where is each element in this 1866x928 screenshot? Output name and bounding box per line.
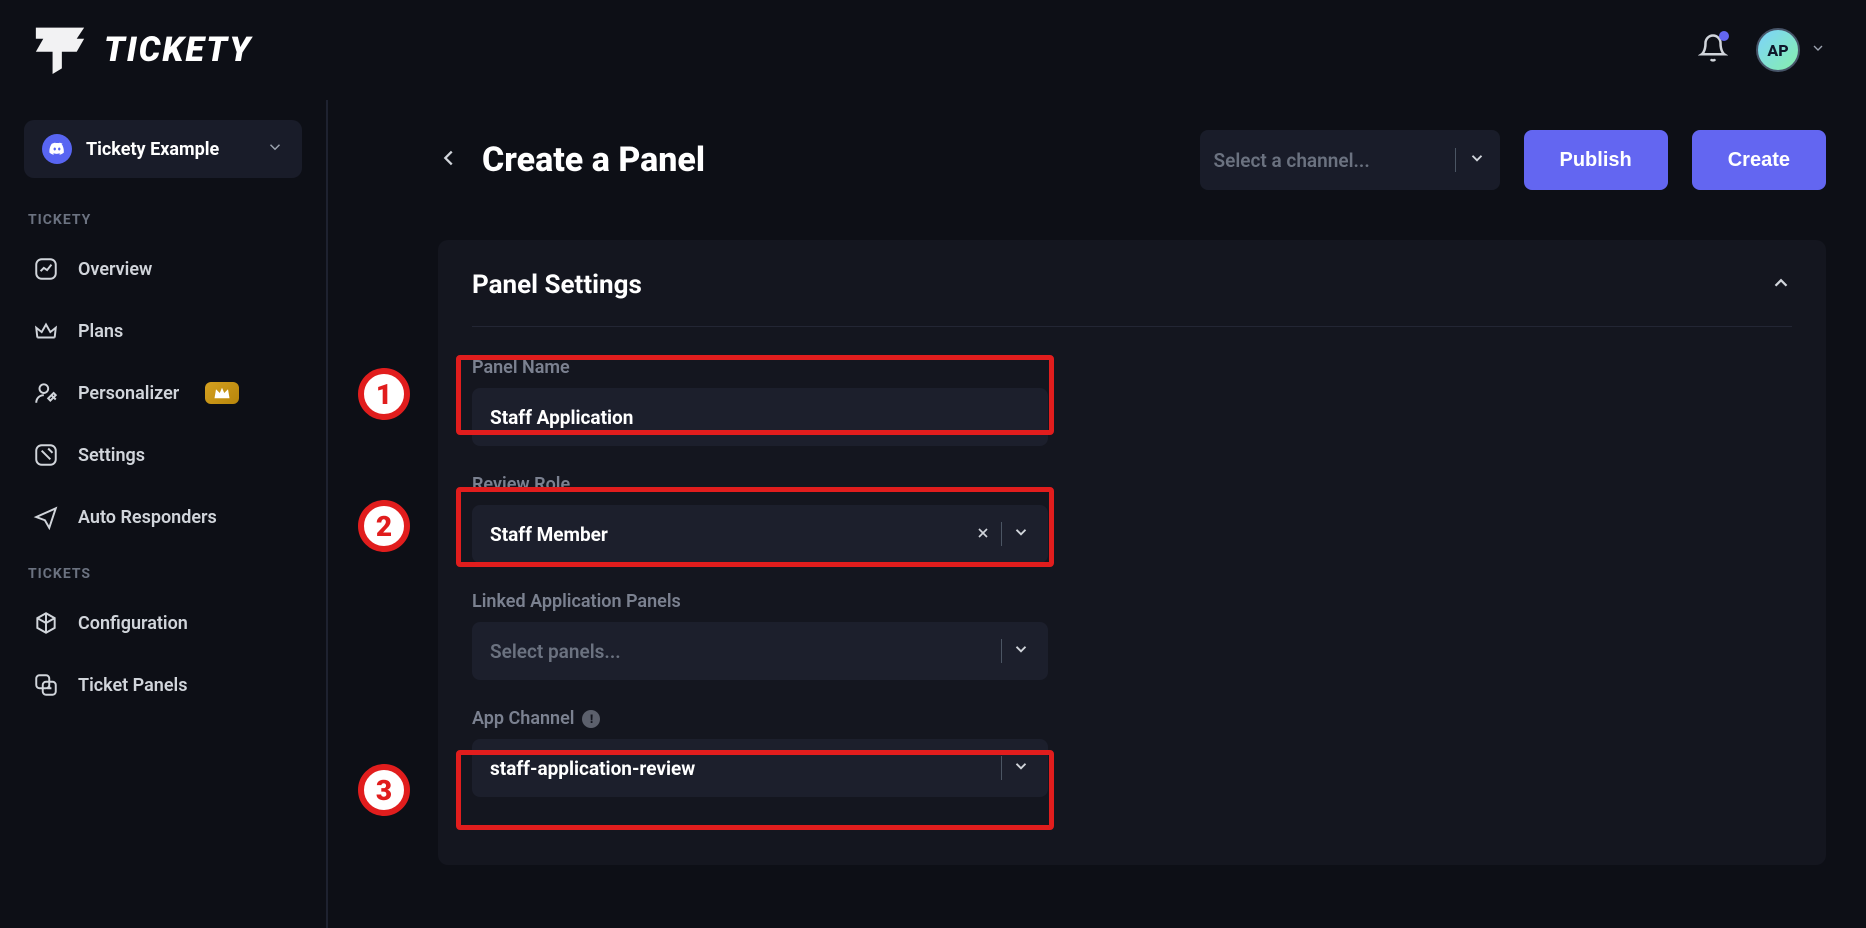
chevron-down-icon [1468, 149, 1486, 171]
sidebar-item-label: Plans [78, 321, 123, 342]
panels-icon [32, 672, 60, 698]
linked-panels-select[interactable]: Select panels... [472, 622, 1048, 680]
main-content: Create a Panel Select a channel... Publi… [328, 100, 1866, 928]
brand-logo[interactable]: TICKETY [30, 22, 252, 78]
field-label-text: App Channel [472, 708, 574, 729]
field-review-role: Review Role Staff Member [472, 474, 1792, 563]
cube-icon [32, 610, 60, 636]
app-channel-select[interactable]: staff-application-review [472, 739, 1048, 797]
sidebar-item-overview[interactable]: Overview [24, 238, 302, 300]
tickety-logo-icon [30, 22, 90, 78]
sidebar-item-personalizer[interactable]: Personalizer [24, 362, 302, 424]
review-role-value: Staff Member [490, 523, 965, 546]
annotation-marker-3: 3 [358, 764, 410, 816]
page-header-row: Create a Panel Select a channel... Publi… [438, 130, 1826, 190]
sidebar-item-label: Configuration [78, 613, 188, 634]
chevron-down-icon [1012, 757, 1030, 780]
channel-select-placeholder: Select a channel... [1214, 149, 1443, 172]
panel-settings-header[interactable]: Panel Settings [472, 270, 1792, 327]
panel-settings-title: Panel Settings [472, 270, 642, 300]
sidebar-item-auto-responders[interactable]: Auto Responders [24, 486, 302, 548]
annotation-marker-1: 1 [358, 368, 410, 420]
review-role-select[interactable]: Staff Member [472, 505, 1048, 563]
field-panel-name: Panel Name [472, 357, 1792, 446]
notification-badge [1719, 31, 1729, 41]
back-button[interactable] [438, 147, 460, 173]
discord-icon [42, 134, 72, 164]
brand-name: TICKETY [104, 30, 252, 70]
panel-name-text[interactable] [490, 406, 1030, 429]
info-icon[interactable]: ! [582, 710, 600, 728]
app-header: TICKETY AP [0, 0, 1866, 100]
separator [1001, 639, 1002, 663]
premium-badge [205, 382, 239, 404]
chevron-down-icon [266, 138, 284, 160]
user-menu[interactable]: AP [1756, 28, 1826, 72]
chevron-down-icon [1012, 523, 1030, 546]
separator [1455, 148, 1456, 172]
annotation-marker-2: 2 [358, 500, 410, 552]
linked-panels-placeholder: Select panels... [490, 640, 991, 663]
overview-icon [32, 256, 60, 282]
header-actions: AP [1698, 28, 1826, 72]
field-linked-panels: Linked Application Panels Select panels.… [472, 591, 1792, 680]
sidebar-section-tickets: TICKETS [28, 566, 302, 582]
sidebar-item-configuration[interactable]: Configuration [24, 592, 302, 654]
sidebar-item-label: Auto Responders [78, 507, 217, 528]
field-label: App Channel ! [472, 708, 1792, 729]
separator [1001, 522, 1002, 546]
sidebar-item-ticket-panels[interactable]: Ticket Panels [24, 654, 302, 716]
sidebar-item-settings[interactable]: Settings [24, 424, 302, 486]
field-label: Review Role [472, 474, 1792, 495]
avatar: AP [1756, 28, 1800, 72]
field-app-channel: App Channel ! staff-application-review [472, 708, 1792, 797]
send-icon [32, 504, 60, 530]
sidebar-item-label: Settings [78, 445, 145, 466]
field-label: Panel Name [472, 357, 1792, 378]
server-name: Tickety Example [86, 139, 252, 160]
sidebar-item-label: Overview [78, 259, 152, 280]
publish-button[interactable]: Publish [1524, 130, 1668, 190]
create-button[interactable]: Create [1692, 130, 1826, 190]
notifications-button[interactable] [1698, 33, 1728, 67]
sidebar-section-tickety: TICKETY [28, 212, 302, 228]
page-title: Create a Panel [482, 140, 705, 180]
sidebar-item-plans[interactable]: Plans [24, 300, 302, 362]
panel-settings-card: Panel Settings Panel Name Review Role St… [438, 240, 1826, 865]
personalizer-icon [32, 380, 60, 406]
channel-select[interactable]: Select a channel... [1200, 130, 1500, 190]
app-channel-value: staff-application-review [490, 757, 991, 780]
sidebar-item-label: Personalizer [78, 383, 179, 404]
panel-name-input[interactable] [472, 388, 1048, 446]
settings-icon [32, 442, 60, 468]
field-label: Linked Application Panels [472, 591, 1792, 612]
clear-icon[interactable] [975, 523, 991, 546]
chevron-up-icon [1770, 272, 1792, 298]
crown-icon [32, 318, 60, 344]
chevron-down-icon [1810, 40, 1826, 60]
separator [1001, 756, 1002, 780]
server-selector[interactable]: Tickety Example [24, 120, 302, 178]
chevron-down-icon [1012, 640, 1030, 663]
sidebar: Tickety Example TICKETY Overview Plans P… [0, 100, 328, 928]
sidebar-item-label: Ticket Panels [78, 675, 187, 696]
